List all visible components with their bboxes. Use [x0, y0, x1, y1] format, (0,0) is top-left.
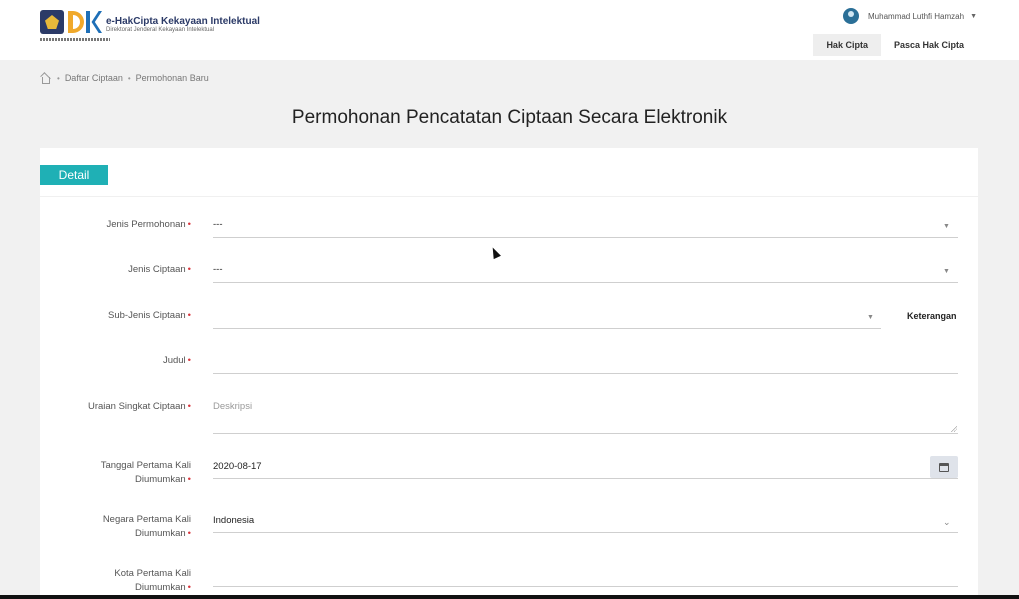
kota-underline — [213, 586, 958, 587]
negara-underline — [213, 532, 958, 533]
kota-input[interactable] — [213, 569, 958, 583]
jenis-ciptaan-underline — [213, 282, 958, 283]
negara-select[interactable]: Indonesia — [213, 515, 254, 526]
logo-title: e-HakCipta Kekayaan Intelektual — [106, 16, 260, 27]
logo-subtitle: Direktorat Jenderal Kekayaan Intelektual — [106, 27, 215, 33]
window-bottom-edge — [0, 595, 1019, 599]
app-logo[interactable]: e-HakCipta Kekayaan Intelektual Direktor… — [40, 10, 260, 46]
tab-hak-cipta[interactable]: Hak Cipta — [813, 34, 881, 56]
garuda-emblem-icon — [40, 10, 64, 34]
negara-label: Negara Pertama Kali Diumumkan • — [102, 514, 191, 539]
breadcrumb-item-permohonan-baru: Permohonan Baru — [135, 73, 209, 83]
jenis-ciptaan-select[interactable]: --- — [213, 264, 223, 275]
jenis-ciptaan-label: Jenis Ciptaan • — [128, 264, 191, 275]
kota-label: Kota Pertama Kali Diumumkan • — [114, 568, 191, 593]
calendar-button[interactable] — [930, 456, 958, 478]
uraian-textarea[interactable]: Deskripsi — [213, 401, 252, 412]
divider — [40, 196, 978, 197]
keterangan-link[interactable]: Keterangan — [907, 311, 957, 321]
user-menu[interactable]: Muhammad Luthfi Hamzah ▼ — [843, 8, 977, 24]
form-card: Detail Jenis Permohonan • --- ▼ Jenis Cip… — [40, 148, 978, 599]
page-title: Permohonan Pencatatan Ciptaan Secara Ele… — [291, 107, 728, 128]
main-nav: Hak Cipta Pasca Hak Cipta — [813, 34, 977, 56]
chevron-down-icon[interactable]: ▼ — [943, 268, 950, 275]
dki-logo-icon — [68, 10, 102, 34]
sub-jenis-ciptaan-underline — [213, 328, 881, 329]
uraian-label: Uraian Singkat Ciptaan • — [87, 401, 191, 412]
avatar — [843, 8, 860, 24]
emblem-caption — [40, 38, 110, 41]
jenis-permohonan-underline — [213, 237, 958, 238]
breadcrumb-separator: • — [57, 73, 60, 83]
tab-pasca-hak-cipta[interactable]: Pasca Hak Cipta — [881, 34, 977, 56]
jenis-permohonan-select[interactable]: --- — [213, 219, 223, 230]
sub-jenis-ciptaan-label: Sub-Jenis Ciptaan • — [108, 310, 191, 321]
judul-underline — [213, 373, 958, 374]
home-icon[interactable] — [40, 73, 50, 84]
tanggal-label: Tanggal Pertama Kali Diumumkan • — [100, 460, 191, 485]
app-header: e-HakCipta Kekayaan Intelektual Direktor… — [0, 0, 1019, 60]
uraian-underline — [213, 433, 958, 434]
chevron-down-icon: ▼ — [970, 12, 977, 20]
tanggal-underline — [213, 478, 958, 479]
judul-input[interactable] — [213, 355, 958, 369]
breadcrumb-item-daftar-ciptaan[interactable]: Daftar Ciptaan — [65, 73, 123, 83]
calendar-icon — [939, 462, 949, 472]
chevron-down-icon[interactable]: ▼ — [943, 223, 950, 230]
tab-detail[interactable]: Detail — [40, 165, 108, 185]
tanggal-input[interactable]: 2020-08-17 — [213, 461, 262, 472]
breadcrumb-separator: • — [127, 73, 131, 83]
chevron-down-icon[interactable]: ▼ — [867, 314, 874, 321]
user-name: Muhammad Luthfi Hamzah — [868, 11, 965, 21]
jenis-permohonan-label: Jenis Permohonan • — [106, 219, 191, 230]
resize-handle-icon[interactable] — [950, 425, 957, 432]
breadcrumb: • Daftar Ciptaan • Permohonan Baru — [40, 73, 209, 84]
chevron-down-icon[interactable]: ⌄ — [943, 517, 951, 528]
logo-text: e-HakCipta Kekayaan Intelektual Direktor… — [106, 16, 260, 33]
judul-label: Judul • — [162, 355, 191, 366]
